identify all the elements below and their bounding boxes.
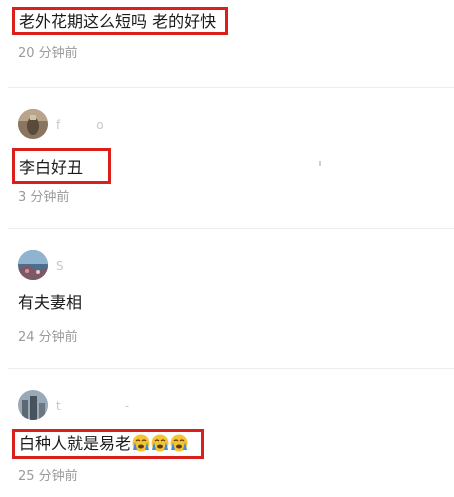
comment-text: 老外花期这么短吗 老的好快 [19,12,217,31]
crying-face-icon [151,434,169,452]
comment-2: fo 李白好丑 3 分钟前 [0,88,454,228]
comment-text: 有夫妻相 [18,293,83,312]
comment-text: 白种人就是易老 [19,434,132,453]
comment-timestamp: 3 分钟前 [18,190,70,205]
comment-text: 李白好丑 [19,158,84,177]
comment-timestamp: 25 分钟前 [18,469,78,484]
avatar[interactable] [18,250,48,280]
comment-4: t- 白种人就是易老 25 分钟前 [0,369,454,497]
username[interactable]: t- [56,399,129,413]
comment-timestamp: 20 分钟前 [18,46,78,61]
avatar[interactable] [18,109,48,139]
crying-face-icon [132,434,150,452]
comment-timestamp: 24 分钟前 [18,330,78,345]
avatar[interactable] [18,390,48,420]
comment-text-highlighted: 李白好丑 [12,148,111,184]
comment-3: S 有夫妻相 24 分钟前 [0,229,454,368]
username[interactable]: S [56,259,64,273]
decorative-mark [319,161,321,166]
comment-text-highlighted: 老外花期这么短吗 老的好快 [12,7,228,35]
comment-text-highlighted: 白种人就是易老 [12,429,204,459]
crying-face-icon [170,434,188,452]
username[interactable]: fo [56,118,104,132]
comment-1: 老外花期这么短吗 老的好快 20 分钟前 [0,0,454,88]
